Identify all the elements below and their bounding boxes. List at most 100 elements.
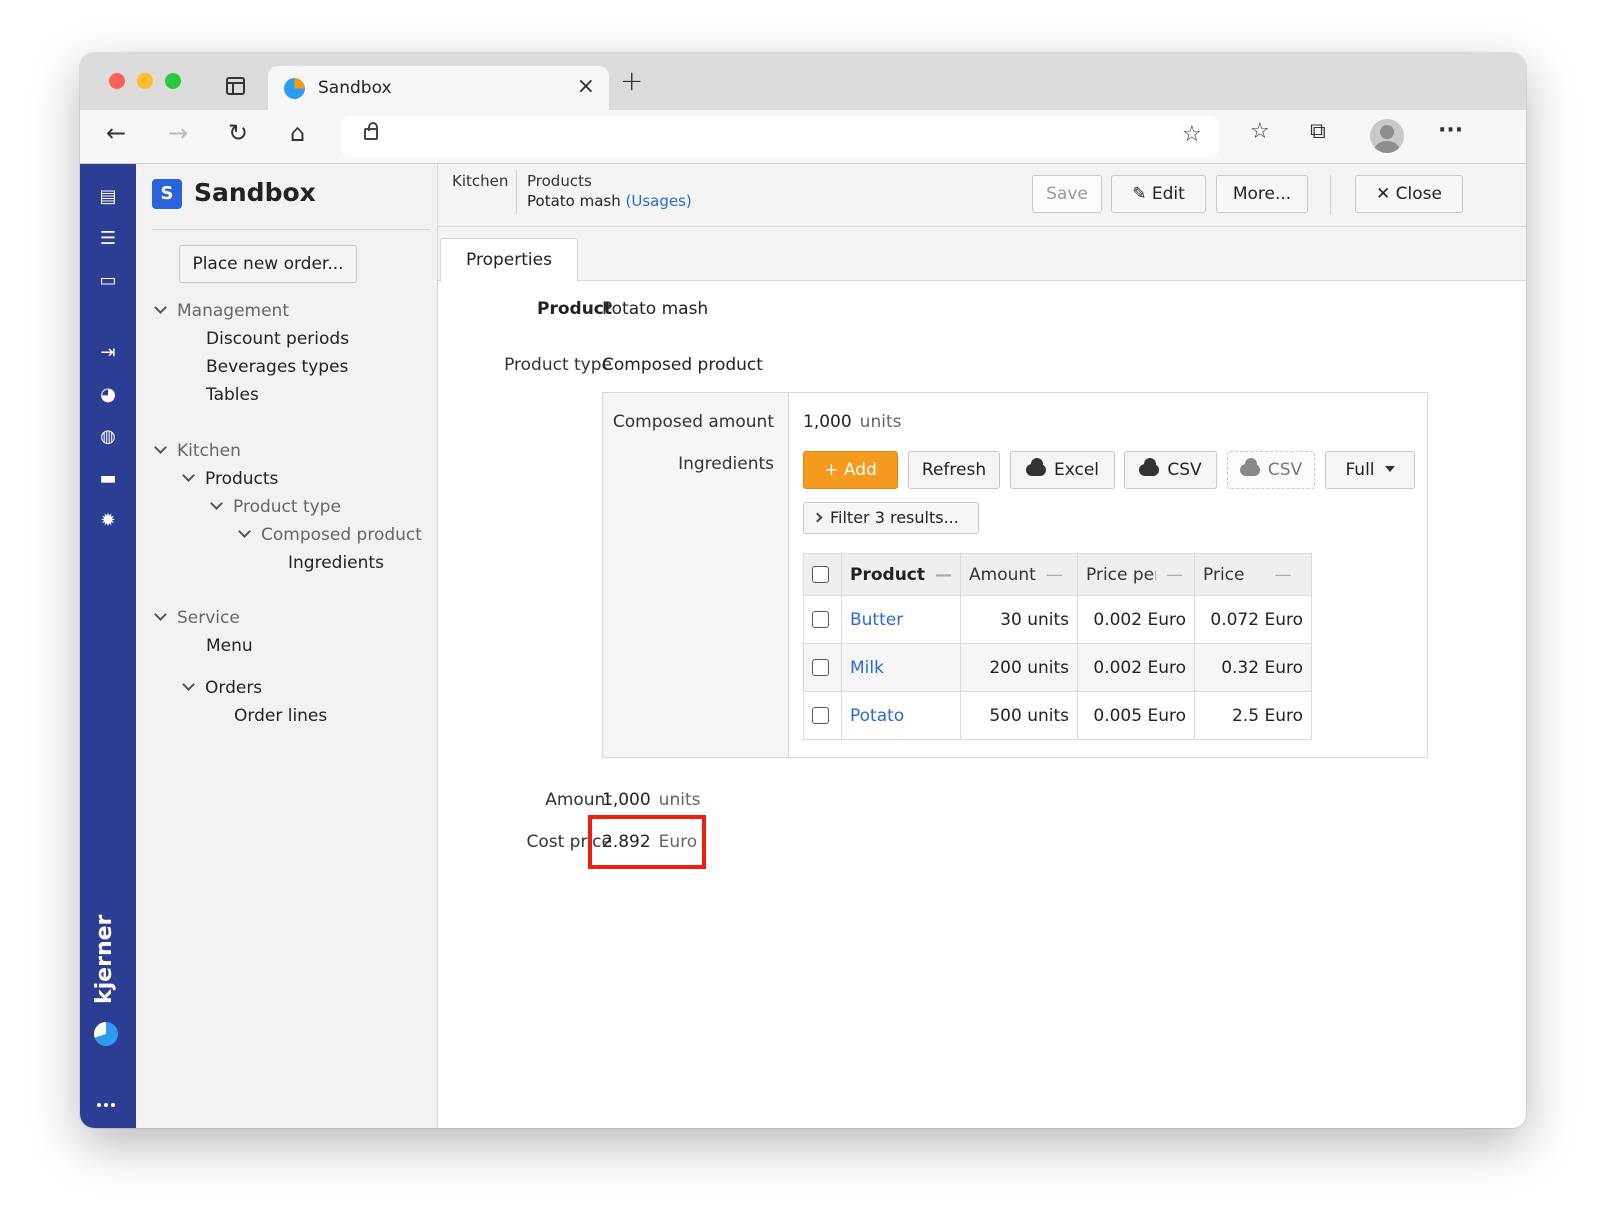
- amount-cell: 30 units: [960, 595, 1078, 644]
- table-row[interactable]: Milk 200 units 0.002 Euro 0.32 Euro: [803, 643, 1312, 692]
- sidebar: S Sandbox Place new order... Management …: [136, 164, 438, 1128]
- new-tab-button[interactable]: +: [620, 67, 643, 95]
- row-checkbox[interactable]: [812, 707, 829, 724]
- column-header-price-per-unit[interactable]: Price per unit—: [1077, 553, 1195, 596]
- usages-link[interactable]: (Usages): [626, 192, 692, 210]
- chevron-down-icon: [238, 525, 251, 538]
- kjerner-logo-mark: [94, 1022, 118, 1046]
- favorites-icon[interactable]: ☆: [1250, 121, 1270, 143]
- add-favorite-icon[interactable]: ☆: [1182, 124, 1202, 146]
- address-bar[interactable]: ☆: [342, 116, 1218, 158]
- product-cell: Potato: [841, 691, 961, 740]
- palette-icon[interactable]: ◕: [80, 386, 136, 404]
- list-check-icon[interactable]: ☰: [80, 230, 136, 248]
- sidebar-item-tables[interactable]: Tables: [206, 385, 259, 405]
- reload-icon[interactable]: ↻: [228, 121, 248, 145]
- row-checkbox[interactable]: [812, 611, 829, 628]
- tab-actions-icon[interactable]: [226, 77, 245, 95]
- tab-strip: Sandbox × +: [80, 53, 1526, 110]
- sidebar-group-kitchen[interactable]: Kitchen: [154, 441, 241, 461]
- tab-bar: Properties: [438, 227, 1526, 282]
- price-cell: 2.5 Euro: [1194, 691, 1312, 740]
- minimize-window-button[interactable]: [137, 73, 153, 89]
- home-icon[interactable]: ⌂: [290, 121, 305, 145]
- browser-tab[interactable]: Sandbox ×: [268, 66, 609, 110]
- close-tab-icon[interactable]: ×: [577, 76, 595, 98]
- select-all-checkbox[interactable]: [812, 566, 829, 583]
- main-panel: Kitchen Products Potato mash (Usages) Sa…: [438, 164, 1526, 1128]
- price-cell: 0.072 Euro: [1194, 595, 1312, 644]
- profile-avatar[interactable]: [1370, 119, 1404, 153]
- globe-icon[interactable]: ◍: [80, 428, 136, 446]
- product-value: Potato mash: [602, 299, 709, 319]
- price-per-unit-cell: 0.002 Euro: [1077, 643, 1195, 692]
- column-header-product[interactable]: Product —: [841, 553, 961, 596]
- breadcrumb-kitchen[interactable]: Kitchen: [452, 172, 508, 190]
- export-csv-button[interactable]: CSV: [1124, 451, 1217, 489]
- record-title: Potato mash (Usages): [527, 192, 692, 210]
- forward-icon[interactable]: →: [168, 121, 188, 145]
- table-row[interactable]: Potato 500 units 0.005 Euro 2.5 Euro: [803, 691, 1312, 740]
- breadcrumb-products[interactable]: Products: [527, 172, 592, 190]
- refresh-button[interactable]: Refresh: [908, 451, 1000, 489]
- rail-menu-dots[interactable]: [97, 1092, 119, 1107]
- window-icon[interactable]: ▭: [80, 272, 136, 290]
- divider: [516, 170, 517, 214]
- gear-icon[interactable]: ✹: [80, 512, 136, 530]
- sidebar-item-beverages-types[interactable]: Beverages types: [206, 357, 348, 377]
- record-header: Kitchen Products Potato mash (Usages) Sa…: [438, 164, 1526, 227]
- save-button[interactable]: Save: [1032, 175, 1102, 213]
- tab-properties[interactable]: Properties: [440, 238, 578, 282]
- sidebar-group-service[interactable]: Service: [154, 608, 240, 628]
- product-link[interactable]: Butter: [850, 610, 903, 630]
- add-ingredient-button[interactable]: + Add: [803, 451, 898, 489]
- card-icon[interactable]: ▬: [80, 470, 136, 488]
- cost-price-highlight: [588, 815, 706, 869]
- edit-button[interactable]: ✎ Edit: [1111, 175, 1206, 213]
- divider: [152, 229, 430, 230]
- product-cell: Milk: [841, 643, 961, 692]
- sidebar-item-product-type[interactable]: Product type: [210, 497, 341, 517]
- browser-window: Sandbox × + ← → ↻ ⌂ ☆ ☆ ⧉ ··· ▤ ☰ ▭ ⇥ ◕ …: [80, 53, 1526, 1128]
- sidebar-item-products[interactable]: Products: [182, 469, 278, 489]
- sidebar-item-ingredients[interactable]: Ingredients: [288, 553, 384, 573]
- collections-icon[interactable]: ⧉: [1310, 121, 1326, 143]
- column-header-amount[interactable]: Amount —: [960, 553, 1078, 596]
- icon-rail: ▤ ☰ ▭ ⇥ ◕ ◍ ▬ ✹ kjerner: [80, 164, 136, 1128]
- tab-title: Sandbox: [318, 78, 392, 98]
- more-icon[interactable]: ···: [1438, 120, 1463, 142]
- divider: [1330, 175, 1331, 215]
- document-icon[interactable]: ▤: [80, 188, 136, 206]
- product-link[interactable]: Potato: [850, 706, 904, 726]
- app-name[interactable]: Sandbox: [194, 178, 316, 207]
- chevron-down-icon: [154, 441, 167, 454]
- close-window-button[interactable]: [109, 73, 125, 89]
- sidebar-item-discount-periods[interactable]: Discount periods: [206, 329, 349, 349]
- app-badge: S: [152, 179, 182, 209]
- sidebar-item-composed-product[interactable]: Composed product: [238, 525, 422, 545]
- login-icon[interactable]: ⇥: [80, 344, 136, 362]
- product-type-value: Composed product: [602, 355, 763, 375]
- filter-toggle-button[interactable]: Filter 3 results...: [803, 502, 979, 534]
- row-checkbox[interactable]: [812, 659, 829, 676]
- table-row[interactable]: Butter 30 units 0.002 Euro 0.072 Euro: [803, 595, 1312, 644]
- export-csv-alt-button[interactable]: CSV: [1227, 451, 1315, 489]
- composed-amount-value: 1,000 units: [803, 412, 902, 432]
- view-mode-dropdown[interactable]: Full: [1325, 451, 1415, 489]
- amount-cell: 500 units: [960, 691, 1078, 740]
- sidebar-group-management[interactable]: Management: [154, 301, 289, 321]
- maximize-window-button[interactable]: [165, 73, 181, 89]
- sidebar-item-orders[interactable]: Orders: [182, 678, 262, 698]
- close-button[interactable]: ✕ Close: [1355, 175, 1463, 213]
- amount-cell: 200 units: [960, 643, 1078, 692]
- product-label: Product: [537, 299, 612, 319]
- column-header-price[interactable]: Price —: [1194, 553, 1312, 596]
- product-link[interactable]: Milk: [850, 658, 884, 678]
- export-excel-button[interactable]: Excel: [1010, 451, 1115, 489]
- more-button[interactable]: More...: [1216, 175, 1308, 213]
- close-icon: ✕: [1376, 184, 1396, 204]
- sidebar-item-order-lines[interactable]: Order lines: [234, 706, 327, 726]
- place-new-order-button[interactable]: Place new order...: [179, 245, 357, 283]
- sidebar-item-menu[interactable]: Menu: [206, 636, 253, 656]
- back-icon[interactable]: ←: [106, 121, 126, 145]
